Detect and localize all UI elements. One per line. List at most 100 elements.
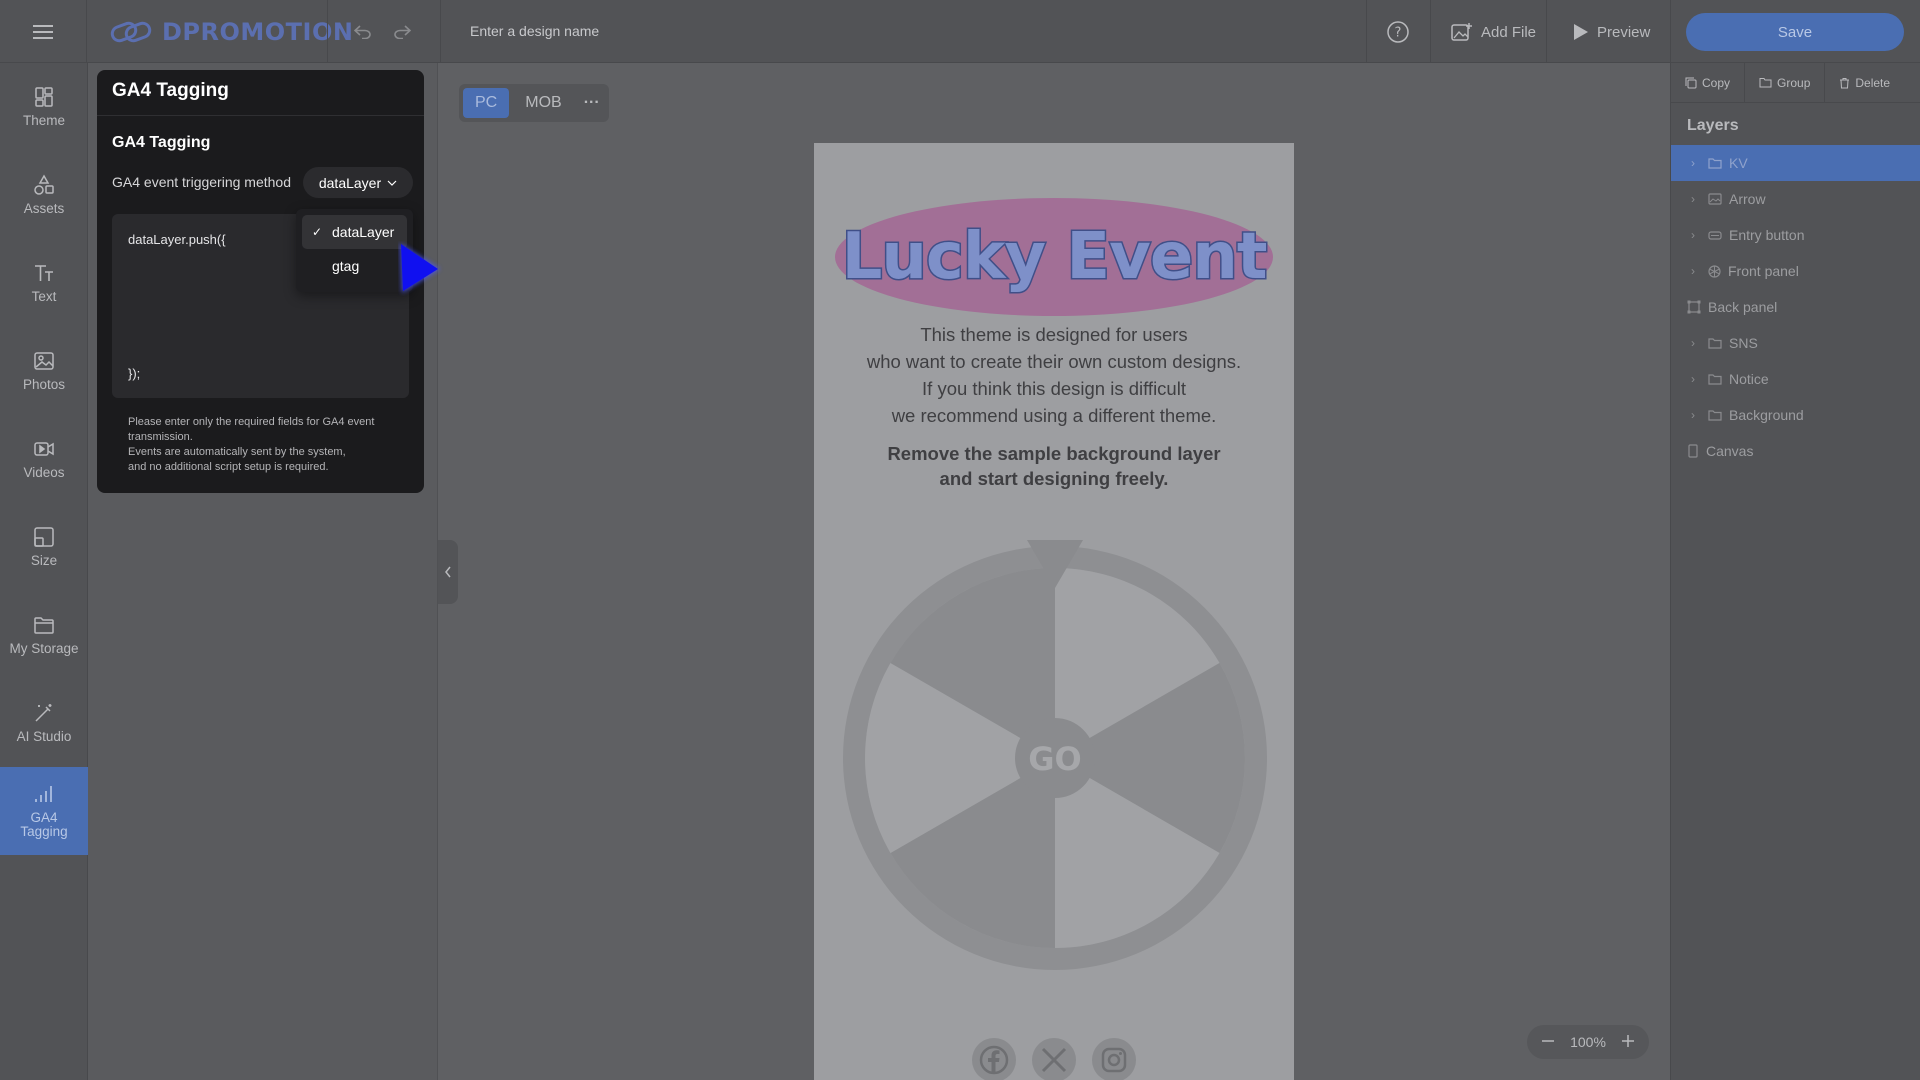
help-button[interactable]: ? <box>1386 20 1410 44</box>
layer-label: Notice <box>1729 371 1769 387</box>
divider <box>1366 0 1367 63</box>
layer-kv[interactable]: › KV <box>1671 145 1920 181</box>
nav-text[interactable]: Text <box>0 239 88 327</box>
layer-arrow[interactable]: › Arrow <box>1671 181 1920 217</box>
description-text[interactable]: This theme is designed for users who wan… <box>814 321 1294 429</box>
add-file-button[interactable]: Add File <box>1451 18 1536 46</box>
chevron-right-icon[interactable]: › <box>1691 408 1701 422</box>
folder-icon <box>1708 338 1722 349</box>
folder-icon <box>1708 374 1722 385</box>
method-select[interactable]: dataLayer <box>303 167 413 198</box>
copy-icon <box>1685 77 1697 88</box>
delete-button[interactable]: Delete <box>1825 63 1904 103</box>
option-datalayer[interactable]: ✓ dataLayer <box>302 215 407 249</box>
chevron-left-icon <box>445 566 451 578</box>
top-bar: DPROMOTION ? Add File Preview Save <box>0 0 1920 63</box>
nav-my-storage[interactable]: My Storage <box>0 591 88 679</box>
option-label: gtag <box>332 258 360 274</box>
layer-label: Front panel <box>1728 263 1799 279</box>
instagram-button[interactable] <box>1092 1038 1136 1080</box>
nav-ai-studio[interactable]: AI Studio <box>0 679 88 767</box>
layer-canvas[interactable]: Canvas <box>1671 433 1920 469</box>
copy-button[interactable]: Copy <box>1671 62 1746 103</box>
description-bold-text[interactable]: Remove the sample background layer and s… <box>814 441 1294 491</box>
spinner-icon <box>1708 264 1721 278</box>
roulette-wheel[interactable]: GO <box>840 533 1270 973</box>
zoom-control: 100% <box>1527 1025 1649 1059</box>
title-banner[interactable]: Lucky Event <box>835 198 1273 316</box>
app-logo[interactable]: DPROMOTION <box>110 14 353 50</box>
help-icon: ? <box>1387 21 1409 43</box>
text-icon <box>35 265 53 281</box>
help-note: Please enter only the required fields fo… <box>128 416 375 473</box>
layer-front-panel[interactable]: › Front panel <box>1671 253 1920 289</box>
group-button[interactable]: Group <box>1745 62 1826 103</box>
chevron-right-icon[interactable]: › <box>1691 336 1701 350</box>
chevron-right-icon[interactable]: › <box>1691 264 1701 278</box>
instagram-icon <box>1101 1047 1127 1073</box>
more-options-button[interactable]: ··· <box>578 88 606 118</box>
copy-label: Copy <box>1702 75 1731 90</box>
nav-ga4-tagging[interactable]: GA4 Tagging <box>0 767 88 855</box>
layer-entry-button[interactable]: › Entry button <box>1671 217 1920 253</box>
folder-icon <box>1759 78 1772 88</box>
chevron-right-icon[interactable]: › <box>1691 156 1701 170</box>
nav-theme[interactable]: Theme <box>0 63 88 151</box>
view-mob-button[interactable]: MOB <box>513 88 573 118</box>
theme-icon <box>35 87 53 107</box>
undo-button[interactable] <box>351 20 375 44</box>
folder-icon <box>1708 158 1722 169</box>
add-file-label: Add File <box>1481 23 1537 41</box>
undo-icon <box>354 25 371 39</box>
redo-icon <box>394 25 411 39</box>
method-select-value: dataLayer <box>318 174 382 191</box>
description-line: Remove the sample background layer <box>887 443 1221 464</box>
hamburger-menu-button[interactable] <box>0 0 87 63</box>
nav-label: AI Studio <box>16 729 72 744</box>
layer-back-panel[interactable]: Back panel <box>1671 289 1920 325</box>
assets-icon <box>34 174 54 195</box>
collapse-panel-button[interactable] <box>438 540 458 604</box>
code-close-line: }); <box>128 366 141 381</box>
folder-icon <box>34 617 54 634</box>
method-label: GA4 event triggering method <box>112 174 291 190</box>
chevron-right-icon[interactable]: › <box>1691 192 1701 206</box>
layer-sns[interactable]: › SNS <box>1671 325 1920 361</box>
nav-assets[interactable]: Assets <box>0 151 88 239</box>
minus-icon <box>1542 1039 1554 1042</box>
option-label: dataLayer <box>332 224 395 240</box>
nav-size[interactable]: Size <box>0 503 88 591</box>
save-button[interactable]: Save <box>1686 13 1904 51</box>
layer-background[interactable]: › Background <box>1671 397 1920 433</box>
chevron-right-icon[interactable]: › <box>1691 228 1701 242</box>
layer-notice[interactable]: › Notice <box>1671 361 1920 397</box>
redo-button[interactable] <box>390 20 414 44</box>
divider <box>327 0 328 63</box>
image-icon <box>1708 193 1722 205</box>
nav-label: Photos <box>22 377 66 392</box>
left-nav: Theme Assets Text Photos Videos Size My … <box>0 63 88 1080</box>
design-name-input[interactable] <box>470 18 870 44</box>
nav-label: My Storage <box>9 641 79 656</box>
nav-label: Text <box>31 289 57 304</box>
group-label: Group <box>1777 75 1811 90</box>
x-button[interactable] <box>1032 1038 1076 1080</box>
divider <box>1430 0 1431 63</box>
nav-videos[interactable]: Videos <box>0 415 88 503</box>
chevron-right-icon[interactable]: › <box>1691 372 1701 386</box>
view-pc-button[interactable]: PC <box>463 88 510 118</box>
device-view-toggle: PC MOB ··· <box>459 84 609 122</box>
zoom-out-button[interactable] <box>1541 1034 1555 1051</box>
design-canvas[interactable]: Lucky Event This theme is designed for u… <box>814 143 1294 1080</box>
divider <box>1546 0 1547 63</box>
preview-button[interactable]: Preview <box>1573 18 1650 46</box>
option-gtag[interactable]: gtag <box>302 249 407 283</box>
description-line: If you think this design is difficult <box>922 378 1186 399</box>
button-icon <box>1708 231 1722 240</box>
facebook-button[interactable] <box>972 1038 1016 1080</box>
nav-photos[interactable]: Photos <box>0 327 88 415</box>
layer-label: Background <box>1729 407 1804 423</box>
logo-text: DPROMOTION <box>162 18 354 46</box>
zoom-in-button[interactable] <box>1621 1034 1635 1051</box>
description-line: we recommend using a different theme. <box>891 405 1217 426</box>
